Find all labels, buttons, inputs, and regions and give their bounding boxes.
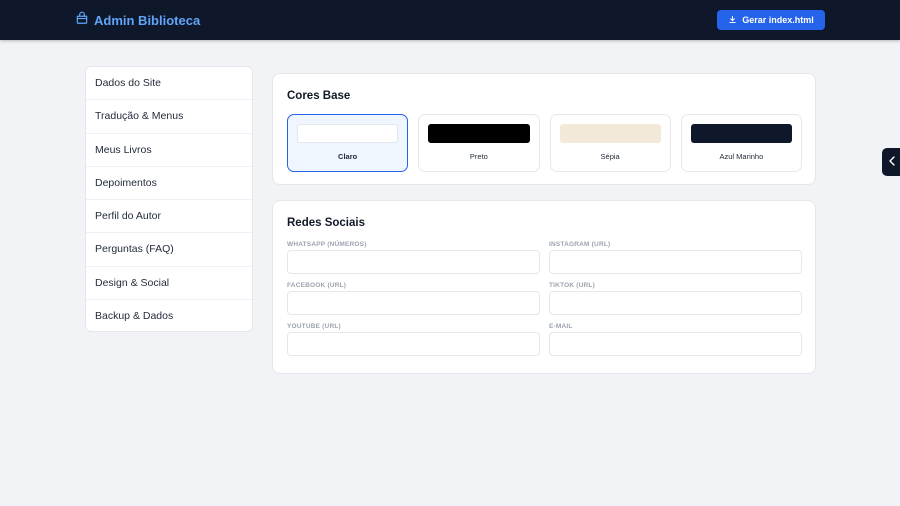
instagram-label: INSTAGRAM (URL) (549, 241, 611, 248)
instagram-input[interactable] (549, 250, 802, 274)
whatsapp-field-group: WHATSAPP (NÚMEROS) (287, 241, 540, 274)
theme-option-preto[interactable]: Preto (418, 114, 540, 172)
theme-option-claro[interactable]: Claro (287, 114, 409, 172)
sidebar-item-depoimentos[interactable]: Depoimentos (86, 167, 252, 200)
youtube-label: YOUTUBE (URL) (287, 323, 341, 330)
cores-base-title: Cores Base (287, 90, 351, 102)
sidebar-item-meus-livros[interactable]: Meus Livros (86, 134, 252, 167)
sidebar-item-dados-do-site[interactable]: Dados do Site (86, 67, 252, 101)
redes-sociais-card: Redes Sociais WHATSAPP (NÚMEROS) INSTAGR… (272, 200, 816, 374)
sidebar-item-design-social[interactable]: Design & Social (86, 267, 252, 300)
tiktok-field-group: TIKTOK (URL) (549, 282, 802, 315)
email-field-group: E-MAIL (549, 323, 802, 356)
redes-sociais-title: Redes Sociais (287, 217, 365, 229)
app-title: Admin Biblioteca (94, 12, 201, 28)
sidebar-item-backup-dados[interactable]: Backup & Dados (86, 300, 252, 331)
generate-index-button[interactable]: Gerar index.html (717, 10, 825, 30)
instagram-field-group: INSTAGRAM (URL) (549, 241, 802, 274)
facebook-input[interactable] (287, 291, 540, 315)
side-panel-toggle[interactable] (882, 148, 900, 176)
facebook-field-group: FACEBOOK (URL) (287, 282, 540, 315)
social-fields: WHATSAPP (NÚMEROS) INSTAGRAM (URL) FACEB… (287, 241, 802, 356)
theme-option-label: Azul Marinho (719, 152, 764, 161)
theme-color-preview (690, 124, 792, 143)
theme-color-preview (428, 124, 530, 143)
download-icon (728, 15, 737, 26)
whatsapp-input[interactable] (287, 250, 540, 274)
brand: Admin Biblioteca (75, 10, 200, 30)
theme-option-label: Sépia (600, 152, 620, 161)
chevron-left-icon (888, 153, 896, 171)
sidebar-item-perguntas-faq[interactable]: Perguntas (FAQ) (86, 233, 252, 267)
top-bar: Admin Biblioteca Gerar index.html (0, 0, 900, 40)
theme-color-preview (297, 124, 399, 143)
youtube-field-group: YOUTUBE (URL) (287, 323, 540, 356)
whatsapp-label: WHATSAPP (NÚMEROS) (287, 241, 367, 248)
facebook-label: FACEBOOK (URL) (287, 282, 347, 289)
theme-option-azul-marinho[interactable]: Azul Marinho (680, 114, 802, 172)
theme-option-label: Claro (338, 152, 358, 161)
tiktok-label: TIKTOK (URL) (549, 282, 595, 289)
book-bag-icon (75, 11, 89, 30)
email-input[interactable] (549, 332, 802, 356)
cores-base-card: Cores Base Claro Preto Sépia Azul Marinh… (272, 73, 816, 185)
email-label: E-MAIL (549, 323, 573, 330)
sidebar-item-perfil-do-autor[interactable]: Perfil do Autor (86, 200, 252, 234)
theme-option-label: Preto (469, 152, 488, 161)
theme-option-sepia[interactable]: Sépia (549, 114, 671, 172)
youtube-input[interactable] (287, 332, 540, 356)
sidebar-item-traducao-menus[interactable]: Tradução & Menus (86, 100, 252, 134)
sidebar: Dados do Site Tradução & Menus Meus Livr… (85, 66, 253, 332)
generate-index-label: Gerar index.html (742, 15, 814, 25)
tiktok-input[interactable] (549, 291, 802, 315)
theme-swatches: Claro Preto Sépia Azul Marinho (287, 114, 802, 172)
theme-color-preview (559, 124, 661, 143)
